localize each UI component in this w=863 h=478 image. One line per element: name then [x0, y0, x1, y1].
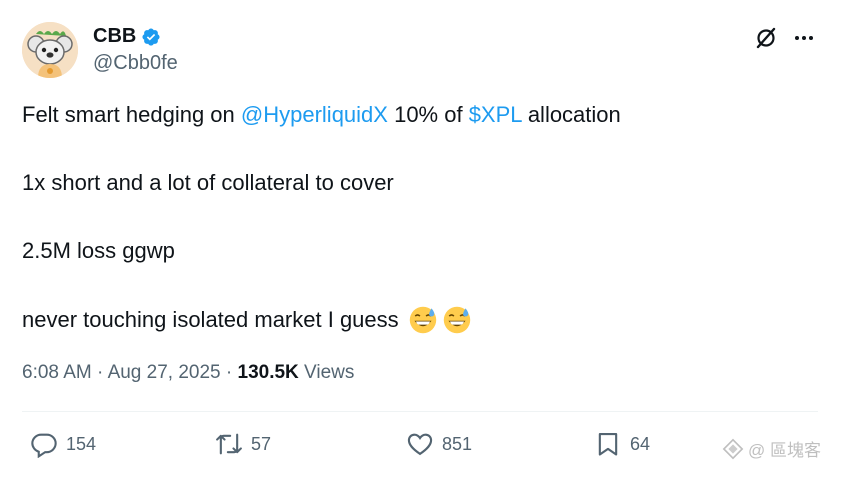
reply-button[interactable]: 154	[30, 430, 96, 458]
tweet-text-line-1: Felt smart hedging on @HyperliquidX 10% …	[22, 102, 621, 128]
divider	[22, 411, 818, 412]
tweet-text-part: allocation	[521, 102, 621, 127]
tweet-time[interactable]: 6:08 AM	[22, 362, 92, 383]
reply-count: 154	[66, 433, 97, 454]
bookmark-icon	[598, 433, 618, 456]
tweet-text-line-2: 1x short and a lot of collateral to cove…	[22, 170, 394, 195]
cashtag-link[interactable]: $XPL	[469, 102, 522, 127]
meta-separator: ·	[91, 362, 108, 383]
slashed-circle-icon[interactable]	[754, 26, 778, 50]
verified-badge-icon	[142, 27, 160, 46]
mention-link[interactable]: @HyperliquidX	[241, 102, 388, 127]
like-count: 851	[442, 433, 473, 454]
views-label: Views	[298, 362, 355, 383]
avatar[interactable]	[22, 22, 78, 78]
tweet-card: CBB @Cbb0fe Felt smart hedging on @Hyper…	[0, 0, 863, 478]
more-horizontal-icon[interactable]	[792, 26, 816, 50]
tweet-text-part: Felt smart hedging on	[22, 102, 241, 127]
watermark-text: @ 區塊客	[748, 441, 821, 460]
repost-button[interactable]: 57	[215, 430, 271, 458]
koala-avatar-icon	[22, 22, 78, 78]
like-button[interactable]: 851	[406, 430, 472, 458]
tweet-text-line-4: never touching isolated market I guess	[22, 306, 471, 334]
author-handle[interactable]: @Cbb0fe	[93, 52, 178, 75]
tweet-date[interactable]: Aug 27, 2025	[108, 362, 221, 383]
watermark: @ 區塊客	[722, 436, 821, 461]
meta-separator: ·	[220, 362, 238, 383]
tweet-meta: 6:08 AM · Aug 27, 2025 · 130.5K Views	[22, 362, 354, 384]
author-name-row[interactable]: CBB	[93, 25, 161, 48]
tweet-text-line-3: 2.5M loss ggwp	[22, 238, 175, 263]
repost-count: 57	[251, 433, 272, 454]
diamond-logo-icon	[722, 438, 744, 459]
bookmark-count: 64	[630, 433, 651, 454]
views-count: 130.5K	[237, 362, 299, 383]
heart-icon	[407, 433, 433, 456]
bookmark-button[interactable]: 64	[594, 430, 650, 458]
grinning-sweat-emoji	[409, 306, 436, 334]
tweet-text-part: 10% of	[387, 102, 469, 127]
repost-icon	[216, 433, 242, 455]
tweet-text-part: never touching isolated market I guess	[22, 307, 399, 332]
reply-icon	[31, 433, 57, 458]
grinning-sweat-emoji	[443, 306, 470, 334]
display-name[interactable]: CBB	[93, 25, 136, 48]
